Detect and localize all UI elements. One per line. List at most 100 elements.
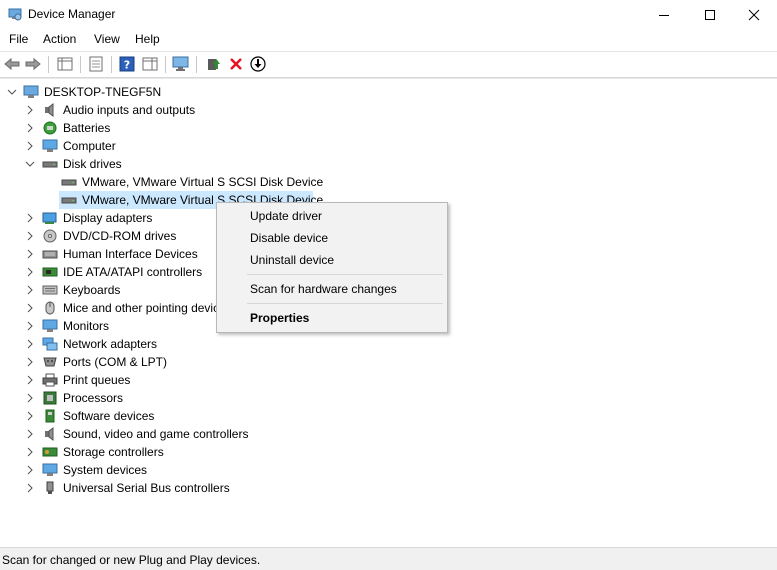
tree-item-processors[interactable]: Processors: [0, 389, 777, 407]
console-tree-icon: [57, 57, 73, 71]
tree-item-sound-video[interactable]: Sound, video and game controllers: [0, 425, 777, 443]
speaker-icon: [45, 427, 54, 441]
disk-drive-icon: [42, 161, 58, 168]
forward-button[interactable]: [24, 55, 42, 73]
properties-toolbar-button[interactable]: [87, 55, 105, 73]
context-uninstall-device[interactable]: Uninstall device: [250, 253, 334, 267]
title-bar: Device Manager: [0, 0, 777, 29]
tree-item-network[interactable]: Network adapters: [0, 335, 777, 353]
tree-item-batteries[interactable]: Batteries: [0, 119, 777, 137]
chevron-right-icon[interactable]: [25, 122, 35, 134]
chevron-right-icon[interactable]: [25, 140, 35, 152]
toolbar-separator: [111, 56, 112, 73]
tree-item-disk-drives[interactable]: Disk drives: [0, 155, 777, 173]
processor-icon: [43, 391, 57, 405]
close-button[interactable]: [731, 0, 777, 29]
keyboard-icon: [42, 285, 58, 295]
chevron-down-icon[interactable]: [7, 86, 17, 98]
menu-help[interactable]: Help: [135, 32, 160, 46]
maximize-icon: [705, 9, 715, 20]
status-bar: Scan for changed or new Plug and Play de…: [0, 547, 777, 570]
printer-icon: [42, 373, 58, 387]
tree-item-ports[interactable]: Ports (COM & LPT): [0, 353, 777, 371]
chevron-down-icon[interactable]: [25, 158, 35, 170]
context-properties[interactable]: Properties: [250, 311, 309, 325]
context-disable-device[interactable]: Disable device: [250, 231, 328, 245]
back-button[interactable]: [3, 55, 21, 73]
status-text: Scan for changed or new Plug and Play de…: [2, 553, 261, 567]
software-device-icon: [45, 409, 55, 423]
tree-item-label: Audio inputs and outputs: [63, 103, 196, 117]
chevron-right-icon[interactable]: [25, 302, 35, 314]
chevron-right-icon[interactable]: [25, 230, 35, 242]
disable-device-button[interactable]: [249, 55, 267, 73]
tree-item-audio[interactable]: Audio inputs and outputs: [0, 101, 777, 119]
chevron-right-icon[interactable]: [25, 428, 35, 440]
action-pane-icon: [142, 57, 158, 71]
chevron-right-icon[interactable]: [25, 266, 35, 278]
tree-root[interactable]: DESKTOP-TNEGF5N: [0, 83, 777, 101]
update-driver-button[interactable]: [204, 55, 222, 73]
maximize-button[interactable]: [687, 0, 733, 29]
chevron-right-icon[interactable]: [25, 284, 35, 296]
uninstall-device-button[interactable]: [227, 55, 245, 73]
computer-icon: [23, 85, 39, 98]
mouse-icon: [45, 301, 55, 315]
context-scan-hardware[interactable]: Scan for hardware changes: [250, 282, 397, 296]
tree-item-storage[interactable]: Storage controllers: [0, 443, 777, 461]
update-driver-icon: [208, 59, 220, 70]
chevron-right-icon[interactable]: [25, 482, 35, 494]
action-pane-button[interactable]: [141, 55, 159, 73]
tree-item-usb[interactable]: Universal Serial Bus controllers: [0, 479, 777, 497]
chevron-right-icon[interactable]: [25, 248, 35, 260]
tree-item-label: Ports (COM & LPT): [63, 355, 168, 369]
chevron-right-icon[interactable]: [25, 212, 35, 224]
disk-drive-icon: [61, 197, 77, 204]
svg-text:?: ?: [124, 59, 130, 72]
minimize-icon: [659, 14, 669, 16]
chevron-right-icon[interactable]: [25, 320, 35, 332]
tree-item-label: Batteries: [63, 121, 111, 135]
chevron-right-icon[interactable]: [25, 392, 35, 404]
speaker-icon: [45, 103, 54, 117]
tree-item-print-queues[interactable]: Print queues: [0, 371, 777, 389]
menu-file[interactable]: File: [9, 32, 28, 46]
usb-icon: [46, 481, 54, 494]
tree-item-label: Human Interface Devices: [63, 247, 198, 261]
tree-item-label: IDE ATA/ATAPI controllers: [63, 265, 203, 279]
context-menu: Update driver Disable device Uninstall d…: [216, 202, 448, 333]
minimize-button[interactable]: [641, 0, 687, 29]
chevron-right-icon[interactable]: [25, 374, 35, 386]
tree-item-label: Print queues: [63, 373, 131, 387]
tree-item-label: Disk drives: [63, 157, 122, 171]
tree-item-system-devices[interactable]: System devices: [0, 461, 777, 479]
tree-item-software-devices[interactable]: Software devices: [0, 407, 777, 425]
disk-device-1[interactable]: VMware, VMware Virtual S SCSI Disk Devic…: [0, 173, 777, 191]
disk-device-label: VMware, VMware Virtual S SCSI Disk Devic…: [82, 175, 324, 189]
toolbar-separator: [165, 56, 166, 73]
chevron-right-icon[interactable]: [25, 464, 35, 476]
menu-view[interactable]: View: [94, 32, 120, 46]
tree-item-label: Software devices: [63, 409, 155, 423]
context-update-driver[interactable]: Update driver: [250, 209, 322, 223]
tree-item-label: Processors: [63, 391, 124, 405]
tree-item-label: Display adapters: [63, 211, 153, 225]
chevron-right-icon[interactable]: [25, 410, 35, 422]
chevron-right-icon[interactable]: [25, 338, 35, 350]
help-toolbar-button[interactable]: ?: [118, 55, 136, 73]
show-hide-console-tree-button[interactable]: [56, 55, 74, 73]
toolbar-separator: [196, 56, 197, 73]
disk-drive-icon: [61, 179, 77, 186]
toolbar-separator: [48, 56, 49, 73]
scan-hardware-button[interactable]: [172, 55, 190, 73]
port-icon: [43, 357, 57, 367]
display-adapter-icon: [42, 212, 57, 224]
chevron-right-icon[interactable]: [25, 446, 35, 458]
chevron-right-icon[interactable]: [25, 104, 35, 116]
chevron-right-icon[interactable]: [25, 356, 35, 368]
tree-item-label: Mice and other pointing devices: [63, 301, 232, 315]
network-icon: [42, 337, 58, 351]
tree-item-computer[interactable]: Computer: [0, 137, 777, 155]
tree-item-label: Monitors: [63, 319, 110, 333]
menu-action[interactable]: Action: [43, 32, 76, 46]
